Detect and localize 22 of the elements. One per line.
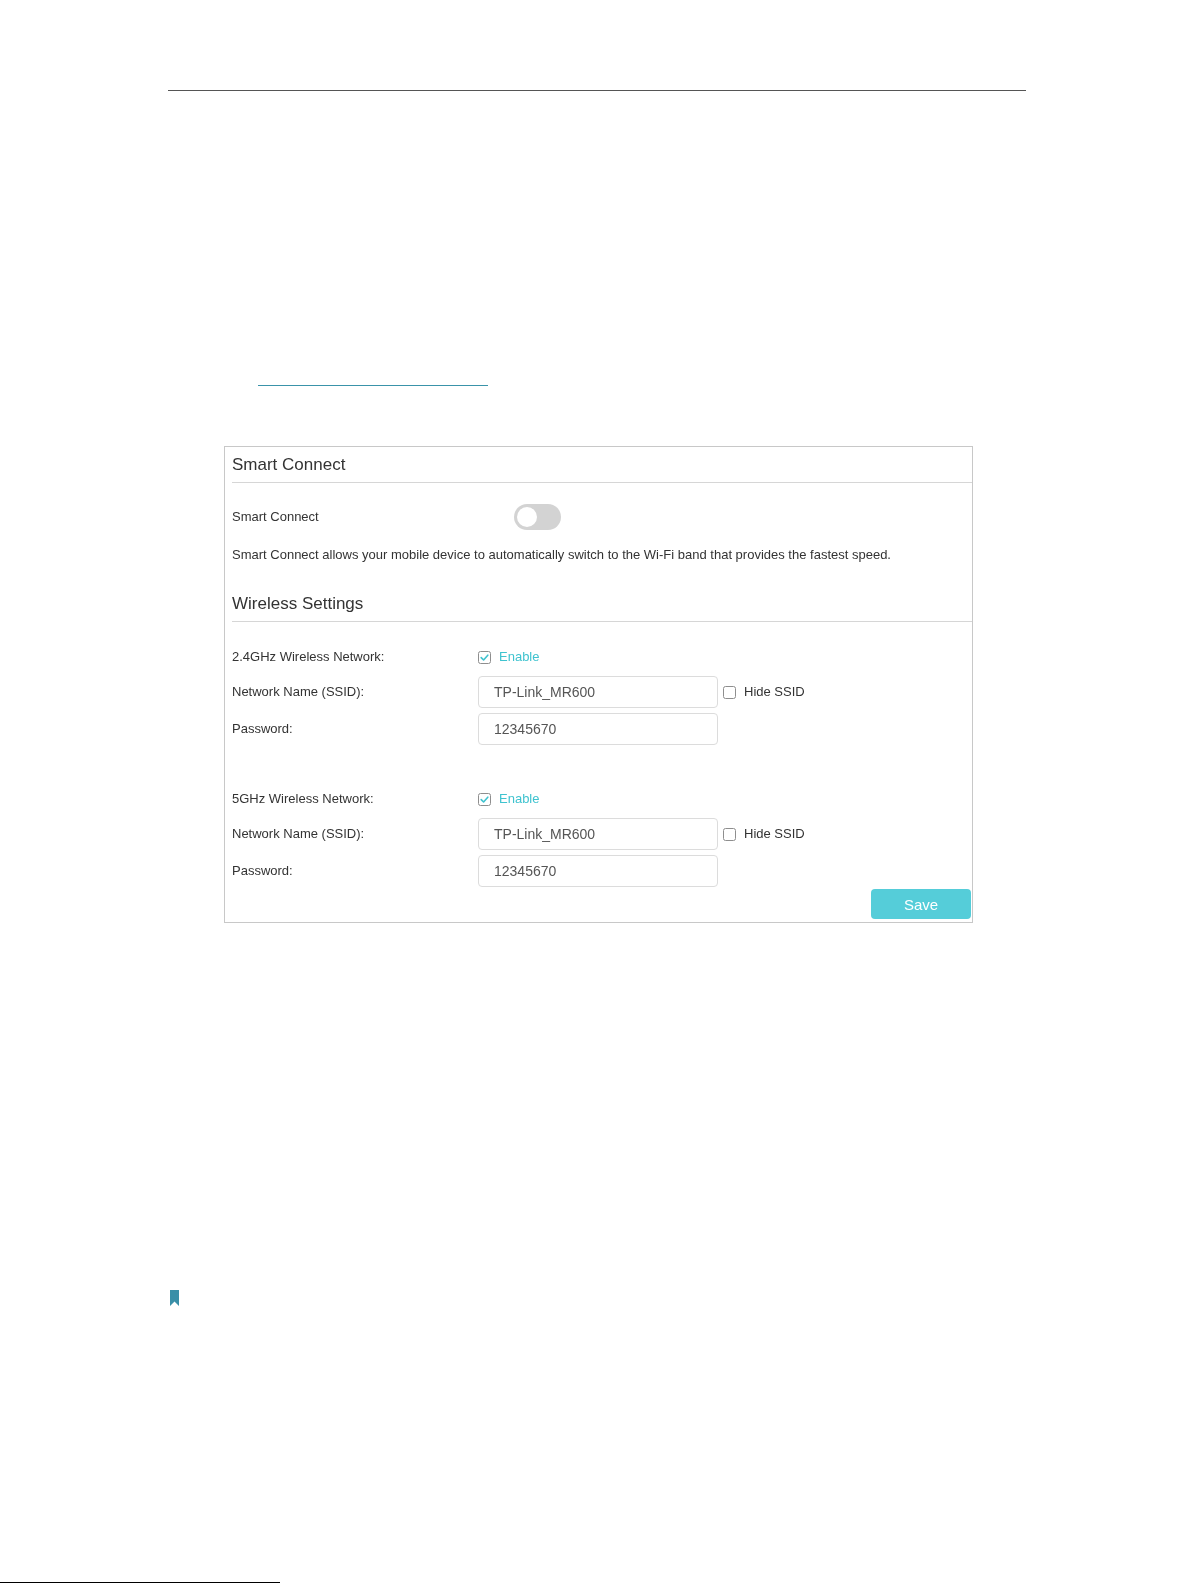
checkbox[interactable]	[478, 792, 491, 806]
input-field[interactable]: 12345670	[478, 713, 718, 745]
checkbox[interactable]	[478, 650, 491, 664]
checkbox-label[interactable]: Hide SSID	[744, 826, 805, 842]
bookmark-icon	[170, 1290, 179, 1306]
checkbox[interactable]	[723, 685, 736, 699]
field-label: Smart Connect	[232, 509, 319, 525]
section-title: Wireless Settings	[232, 594, 364, 614]
toggle-switch[interactable]	[514, 504, 561, 530]
field-label: Network Name (SSID):	[232, 684, 365, 700]
input-field[interactable]: TP-Link_MR600	[478, 818, 718, 850]
field-label: 5GHz Wireless Network:	[232, 791, 374, 807]
checkbox[interactable]	[723, 827, 736, 841]
field-label: 2.4GHz Wireless Network:	[232, 649, 385, 665]
field-label: Network Name (SSID):	[232, 826, 365, 842]
checkbox-label[interactable]: Hide SSID	[744, 684, 805, 700]
section-title: Smart Connect	[232, 455, 346, 475]
field-label: Password:	[232, 721, 293, 737]
input-field[interactable]: TP-Link_MR600	[478, 676, 718, 708]
input-field[interactable]: 12345670	[478, 855, 718, 887]
field-label: Password:	[232, 863, 293, 879]
description-text: Smart Connect allows your mobile device to automatically switch to the Wi-Fi band that provides the fastest speed.	[232, 547, 891, 563]
